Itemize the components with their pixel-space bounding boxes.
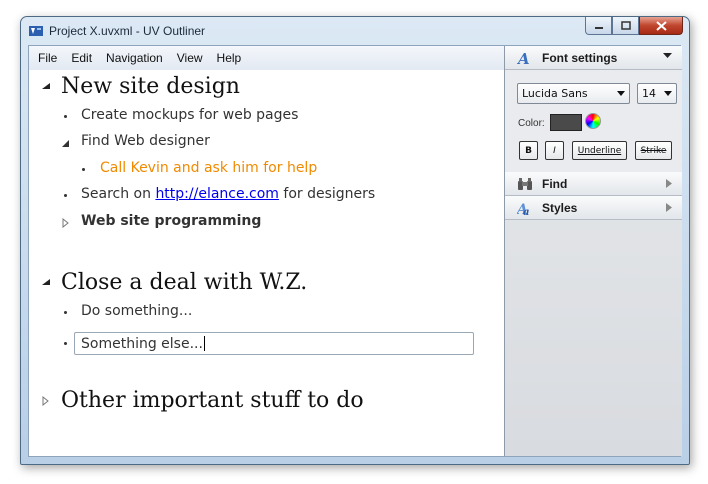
title-bar[interactable]: Project X.uvxml - UV Outliner (21, 17, 689, 45)
minimize-button[interactable] (585, 17, 612, 35)
find-header[interactable]: Find (505, 172, 682, 196)
outline-item-edit-field[interactable]: Something else... (74, 332, 474, 355)
bullet-icon (64, 194, 67, 197)
font-settings-body: Lucida Sans 14 Color: B I Underline Stri… (505, 70, 682, 173)
outline-item-create-mockups[interactable]: Create mockups for web pages (81, 107, 298, 123)
outline-item-do-something[interactable]: Do something... (81, 303, 192, 319)
chevron-right-icon (666, 179, 672, 188)
side-panel: A Font settings Lucida Sans 14 Color: B (505, 46, 682, 456)
outline-editor[interactable]: New site design Create mockups for web p… (29, 70, 504, 456)
binoculars-icon (517, 176, 533, 192)
color-label: Color: (518, 118, 545, 129)
font-settings-label: Font settings (542, 50, 618, 65)
close-icon (655, 20, 667, 31)
outline-heading-other-stuff[interactable]: Other important stuff to do (61, 388, 364, 413)
menu-bar: File Edit Navigation View Help (29, 46, 504, 71)
outline-item-find-web-designer[interactable]: Find Web designer (81, 133, 210, 149)
collapse-toggle-icon[interactable] (41, 277, 51, 287)
expand-toggle-icon[interactable] (41, 396, 51, 406)
dropdown-arrow-icon (617, 91, 625, 96)
app-icon (29, 26, 43, 36)
bullet-icon (64, 311, 67, 314)
font-family-value: Lucida Sans (522, 87, 588, 100)
font-size-value: 14 (642, 87, 656, 100)
underline-button[interactable]: Underline (572, 141, 627, 160)
bullet-icon (82, 168, 85, 171)
window-title: Project X.uvxml - UV Outliner (49, 24, 206, 38)
outline-heading-new-site-design[interactable]: New site design (61, 74, 240, 99)
chevron-right-icon (666, 203, 672, 212)
bullet-icon (64, 342, 67, 345)
close-button[interactable] (639, 17, 683, 35)
expand-toggle-icon[interactable] (61, 218, 71, 228)
menu-edit[interactable]: Edit (64, 51, 99, 65)
color-swatch[interactable] (550, 114, 582, 131)
collapse-toggle-icon[interactable] (61, 139, 71, 149)
maximize-button[interactable] (612, 17, 639, 35)
search-suffix-text: for designers (278, 186, 376, 202)
styles-header[interactable]: Aa Styles (505, 196, 682, 220)
outline-item-call-kevin[interactable]: Call Kevin and ask him for help (100, 160, 317, 176)
color-picker-icon[interactable] (585, 113, 601, 129)
styles-label: Styles (542, 200, 578, 215)
menu-help[interactable]: Help (210, 51, 249, 65)
svg-text:A: A (517, 50, 530, 66)
chevron-down-icon (663, 53, 672, 58)
maximize-icon (620, 21, 631, 30)
font-icon: A (517, 50, 533, 66)
bullet-icon (64, 115, 67, 118)
bold-button[interactable]: B (519, 141, 538, 160)
styles-icon: Aa (517, 200, 533, 216)
menu-navigation[interactable]: Navigation (99, 51, 170, 65)
outline-item-web-site-programming[interactable]: Web site programming (81, 213, 261, 229)
outline-heading-close-deal[interactable]: Close a deal with W.Z. (61, 270, 307, 295)
find-label: Find (542, 176, 568, 191)
outline-item-search-elance[interactable]: Search on http://elance.com for designer… (81, 186, 375, 202)
elance-link[interactable]: http://elance.com (155, 186, 279, 202)
svg-text:a: a (523, 207, 529, 216)
font-settings-header[interactable]: A Font settings (505, 46, 682, 70)
client-area: File Edit Navigation View Help New site … (28, 45, 682, 457)
collapse-toggle-icon[interactable] (41, 81, 51, 91)
search-prefix-text: Search on (81, 186, 156, 202)
minimize-icon (594, 26, 603, 29)
strike-button[interactable]: Strike (635, 141, 672, 160)
menu-file[interactable]: File (29, 51, 64, 65)
text-caret (203, 336, 205, 351)
edit-field-text: Something else... (81, 335, 203, 352)
app-window: Project X.uvxml - UV Outliner File Edit … (20, 16, 690, 465)
menu-view[interactable]: View (170, 51, 210, 65)
font-size-select[interactable]: 14 (637, 83, 677, 104)
font-family-select[interactable]: Lucida Sans (517, 83, 630, 104)
dropdown-arrow-icon (664, 91, 672, 96)
italic-button[interactable]: I (545, 141, 564, 160)
